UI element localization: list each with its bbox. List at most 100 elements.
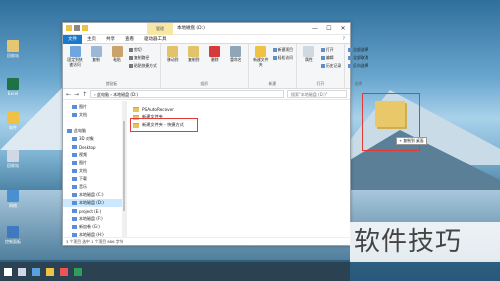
ribbon: 固定到快速访问 复制 粘贴 剪切 复制路径 粘贴快捷方式 剪贴板 移动到 复制到… [63,44,368,89]
history-button[interactable]: 历史记录 [320,63,341,69]
minimize-button[interactable]: — [308,23,322,35]
nav-item[interactable]: 本地磁盘 (D:) [63,199,126,207]
nav-item[interactable]: 音乐 [63,183,126,191]
cut-button[interactable]: 剪切 [129,47,157,53]
nav-item-icon [72,185,77,189]
maximize-button[interactable]: ☐ [322,23,336,35]
scroll-thumb[interactable] [123,121,125,211]
control-panel-icon [7,226,19,238]
nav-item[interactable]: 图片 [63,159,126,167]
desktop-icon-bin[interactable]: 回收站 [2,150,24,169]
desktop-icon-label: 网络 [9,203,17,208]
task-view-icon[interactable] [32,267,40,276]
list-item[interactable]: 新建文件夹 [133,113,344,121]
window-title: 本地磁盘 (D:) [177,26,205,31]
easy-access-button[interactable]: 轻松访问 [272,55,293,61]
open-button[interactable]: 打开 [320,47,341,53]
nav-item-label: 3D 对象 [79,136,94,141]
nav-item[interactable]: Desktop [63,143,126,151]
paste-shortcut-button[interactable]: 粘贴快捷方式 [129,63,157,69]
pin-icon [69,46,81,57]
organize-group: 移动到 复制到 删除 重命名 组织 [161,44,249,88]
nav-item-label: 本地磁盘 (F:) [79,216,103,221]
nav-item-icon [72,137,77,141]
desktop-icon-label: Excel [7,91,19,96]
folder-icon [133,114,139,120]
nav-item-icon [72,113,77,117]
address-bar-row: ← → ↑ › 此电脑 › 本地磁盘 (D:) 搜索"本地磁盘 (D:)" [63,89,350,100]
folder-icon[interactable] [66,25,72,31]
copy-path-button[interactable]: 复制路径 [129,55,157,61]
search-input[interactable]: 搜索"本地磁盘 (D:)" [287,90,347,98]
desktop-icon-excel[interactable]: Excel [2,78,24,96]
list-item[interactable]: 新建文件夹 - 快捷方式 [130,118,198,132]
tab-drive-tools[interactable]: 驱动器工具 [139,35,172,44]
desktop-icon-recycle[interactable]: 回收站 [2,40,24,59]
desktop-icon-label: 回收站 [7,53,19,58]
address-path[interactable]: › 此电脑 › 本地磁盘 (D:) [90,90,284,98]
nav-item[interactable]: 图片 [63,103,126,111]
properties-icon[interactable] [74,25,80,31]
copy-icon [90,46,102,57]
desktop-icon-software[interactable]: 软件 [2,112,24,131]
nav-item[interactable]: 此电脑 [63,127,126,135]
tab-file[interactable]: 文件 [63,34,82,44]
nav-item-label: 图片 [79,160,87,165]
select-none-button[interactable]: 全部取消 [348,55,368,61]
invert-selection-button[interactable]: 反向选择 [348,63,368,69]
nav-item-icon [72,193,77,197]
clipboard-group: 固定到快速访问 复制 粘贴 剪切 复制路径 粘贴快捷方式 剪贴板 [63,44,161,88]
select-all-button[interactable]: 全部选择 [348,47,368,53]
edit-button[interactable]: 编辑 [320,55,341,61]
new-folder-icon[interactable] [82,25,88,31]
new-item-icon [272,48,277,52]
copy-to-icon [188,46,200,57]
nav-item[interactable]: 本地磁盘 (C:) [63,191,126,199]
nav-item[interactable]: 视频 [63,151,126,159]
group-label: 剪贴板 [105,81,118,86]
nav-item[interactable]: project (E:) [63,207,126,215]
back-arrow-icon[interactable]: ← [66,91,71,98]
forward-arrow-icon[interactable]: → [74,91,79,98]
list-item[interactable]: PSAutoRecover [133,105,344,113]
nav-item-label: 文档 [79,112,87,117]
search-icon[interactable] [18,267,26,276]
nav-item-label: 下载 [79,176,87,181]
close-button[interactable]: ✕ [336,23,350,35]
new-item-button[interactable]: 新建项目 [272,47,293,53]
desktop-icon-control[interactable]: 控制面板 [2,226,24,245]
nav-item-label: 此电脑 [74,128,86,133]
desktop-icon-label: 软件 [9,125,17,130]
desktop-icon-label: 回收站 [7,163,19,168]
nav-item[interactable]: 文档 [63,111,126,119]
select-all-icon [348,48,353,52]
context-tab-manage[interactable]: 管理 [147,23,173,35]
nav-item[interactable]: 下载 [63,175,126,183]
open-group: 属性 打开 编辑 历史记录 打开 [297,44,346,88]
nav-scrollbar[interactable] [122,101,126,237]
browser-icon[interactable] [60,267,68,276]
title-bar: 管理 本地磁盘 (D:) — ☐ ✕ [63,23,350,35]
nav-item-icon [72,217,77,221]
nav-item[interactable]: 本地磁盘 (F:) [63,215,126,223]
excel-icon [7,78,19,90]
invert-selection-icon [348,64,353,68]
nav-item[interactable]: 文档 [63,167,126,175]
nav-item[interactable]: 3D 对象 [63,135,126,143]
tab-home[interactable]: 主页 [82,35,101,44]
explorer-body: 图片 文档 此电脑 3D 对象 Desktop 视频 图片 文档 下载 音乐 本地磁盘 (C:) 本地… [63,101,350,237]
network-icon [7,190,19,202]
explorer-icon[interactable] [46,267,54,276]
folder-icon [133,122,139,128]
help-icon[interactable]: ? [338,35,350,44]
up-arrow-icon[interactable]: ↑ [82,91,87,98]
nav-item-label: Desktop [79,144,96,150]
tab-view[interactable]: 查看 [120,35,139,44]
start-icon[interactable] [4,267,12,276]
tab-share[interactable]: 共享 [101,35,120,44]
app-icon[interactable] [74,267,82,276]
nav-item[interactable] [63,119,126,127]
file-name: 新建文件夹 [142,114,163,119]
nav-item[interactable]: 新加卷 (G:) [63,223,126,231]
desktop-icon-network[interactable]: 网络 [2,190,24,209]
